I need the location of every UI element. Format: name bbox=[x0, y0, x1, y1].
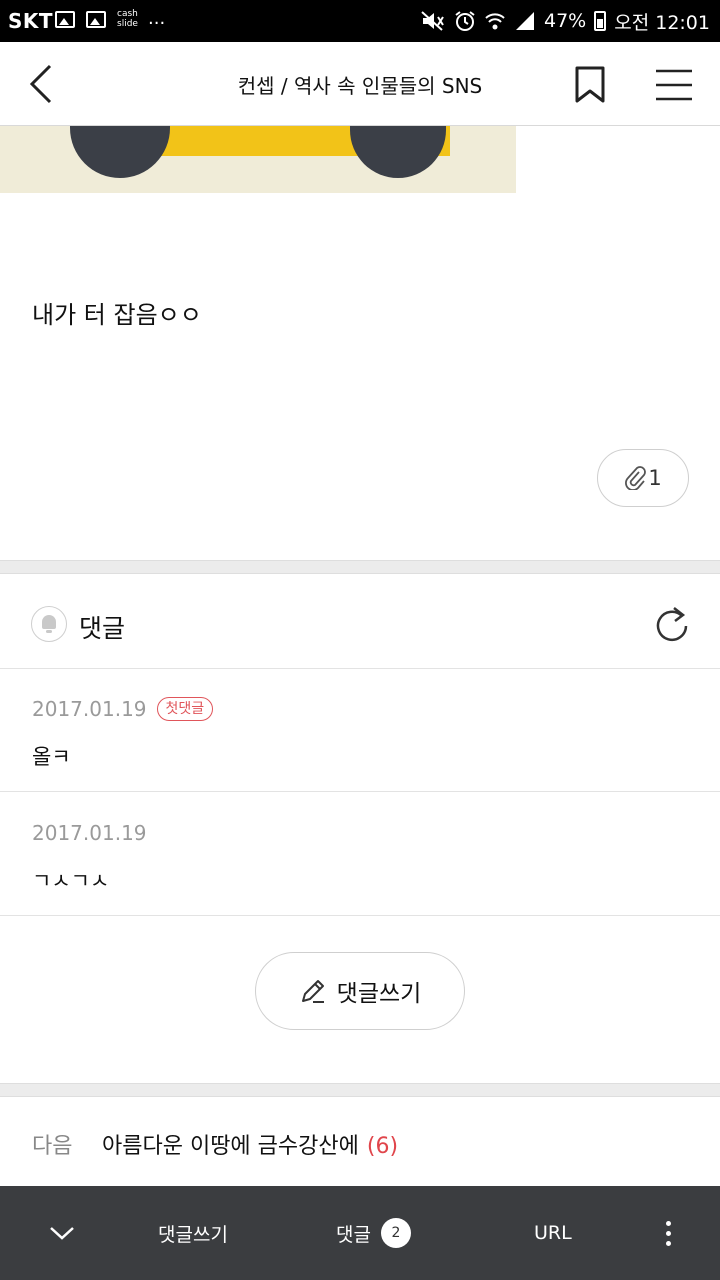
comment-item: 2017.01.19 첫댓글 올ㅋ bbox=[0, 669, 720, 792]
url-label: URL bbox=[534, 1222, 572, 1244]
next-article-comment-count: (6) bbox=[366, 1134, 399, 1159]
next-label: 다음 bbox=[32, 1134, 73, 1159]
battery-icon bbox=[594, 11, 607, 31]
section-divider bbox=[0, 560, 720, 574]
first-comment-badge: 첫댓글 bbox=[156, 697, 214, 721]
comment-item: 2017.01.19 ㄱㅅㄱㅅ bbox=[0, 793, 720, 916]
more-options-button[interactable] bbox=[666, 1186, 671, 1280]
gallery-notification-icon bbox=[86, 11, 106, 28]
wifi-icon bbox=[485, 13, 505, 30]
next-article-link[interactable]: 다음 아름다운 이땅에 금수강산에 (6) bbox=[0, 1098, 720, 1186]
clock: 오전 12:01 bbox=[614, 11, 710, 34]
carrier-label: SKT bbox=[8, 9, 54, 33]
collapse-button[interactable] bbox=[48, 1186, 76, 1280]
next-article-title: 아름다운 이땅에 금수강산에 (6) bbox=[102, 1128, 398, 1160]
bell-body bbox=[42, 615, 56, 629]
status-bar: SKT cash slide ... 47% 오전 12:01 bbox=[0, 0, 720, 42]
comment-count-badge: 2 bbox=[380, 1218, 411, 1248]
next-article-title-text: 아름다운 이땅에 금수강산에 bbox=[102, 1134, 359, 1159]
more-notifications-icon: ... bbox=[148, 8, 166, 29]
comment-meta: 2017.01.19 첫댓글 bbox=[32, 697, 214, 721]
paperclip-icon bbox=[625, 466, 647, 490]
pencil-icon bbox=[301, 980, 324, 1003]
alarm-icon bbox=[455, 11, 475, 31]
write-comment-label: 댓글쓰기 bbox=[336, 981, 422, 1007]
cashslide-line2: slide bbox=[117, 19, 138, 29]
app-header: 컨셉 / 역사 속 인물들의 SNS bbox=[0, 42, 720, 126]
cashslide-notification-icon: cash slide bbox=[117, 9, 138, 29]
bookmark-button[interactable] bbox=[574, 66, 606, 104]
bell-clapper bbox=[46, 630, 52, 633]
comment-text: ㄱㅅㄱㅅ bbox=[32, 869, 110, 893]
comments-header: 댓글 bbox=[0, 575, 720, 669]
cashslide-line1: cash bbox=[117, 9, 138, 19]
refresh-button[interactable] bbox=[654, 604, 690, 644]
mute-icon bbox=[421, 11, 444, 31]
signal-icon bbox=[516, 12, 534, 30]
comment-text: 올ㅋ bbox=[32, 745, 71, 769]
comment-date: 2017.01.19 bbox=[32, 821, 147, 845]
gallery-notification-icon bbox=[55, 11, 75, 28]
illustration-right-shoe bbox=[350, 126, 446, 178]
battery-percent: 47% bbox=[544, 10, 587, 32]
menu-button[interactable] bbox=[656, 68, 692, 102]
page-title: 컨셉 / 역사 속 인물들의 SNS bbox=[237, 74, 483, 98]
chevron-down-icon bbox=[50, 1227, 74, 1240]
bottom-comments-button[interactable]: 댓글 2 bbox=[336, 1186, 411, 1280]
status-right: 47% 오전 12:01 bbox=[420, 0, 710, 42]
comment-date: 2017.01.19 bbox=[32, 697, 147, 721]
attachment-button[interactable]: 1 bbox=[597, 449, 689, 507]
bottom-write-comment-label: 댓글쓰기 bbox=[158, 1223, 228, 1246]
kebab-menu-icon bbox=[666, 1220, 671, 1246]
article-body-text: 내가 터 잡음ㅇㅇ bbox=[32, 301, 202, 329]
section-divider bbox=[0, 1083, 720, 1097]
back-button[interactable] bbox=[22, 60, 66, 108]
comments-title: 댓글 bbox=[79, 614, 126, 643]
write-comment-button[interactable]: 댓글쓰기 bbox=[255, 952, 465, 1030]
comment-meta: 2017.01.19 bbox=[32, 821, 147, 845]
bottom-comments-label: 댓글 bbox=[336, 1223, 371, 1246]
illustration-left-shoe bbox=[70, 126, 170, 178]
url-button[interactable]: URL bbox=[534, 1186, 572, 1280]
bottom-write-comment-button[interactable]: 댓글쓰기 bbox=[158, 1186, 228, 1280]
bottom-toolbar: 댓글쓰기 댓글 2 URL bbox=[0, 1186, 720, 1280]
attachment-count: 1 bbox=[648, 466, 662, 490]
notification-bell-icon[interactable] bbox=[31, 606, 67, 642]
article-image bbox=[0, 126, 516, 193]
